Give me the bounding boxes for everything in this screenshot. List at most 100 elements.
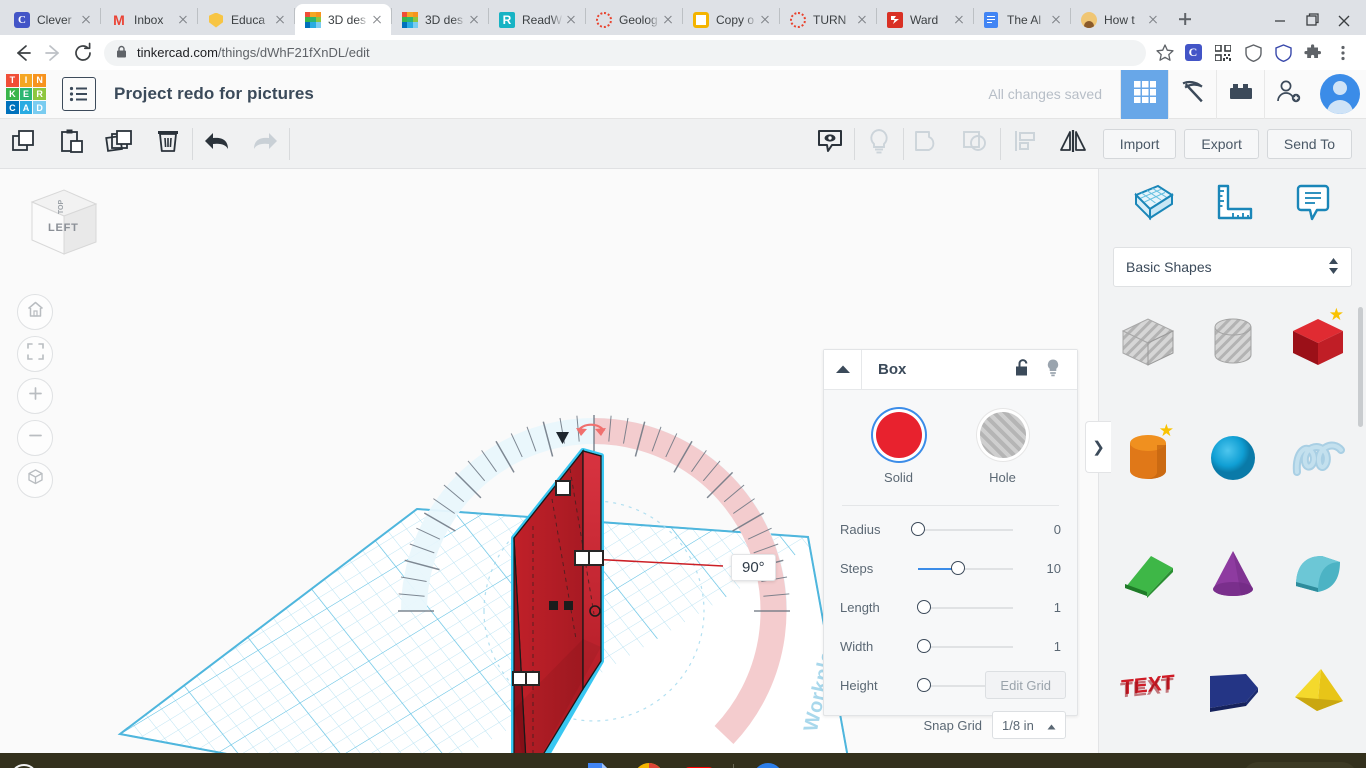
- ruler-tool[interactable]: [1211, 181, 1257, 230]
- slider-knob[interactable]: [916, 599, 931, 614]
- files-shelf-icon[interactable]: [748, 758, 788, 768]
- reload-button[interactable]: [68, 38, 98, 68]
- bookmark-star-icon[interactable]: [1152, 40, 1178, 66]
- launcher-button[interactable]: [10, 764, 38, 768]
- browser-tab[interactable]: Ward: [877, 4, 973, 35]
- close-tab-button[interactable]: [272, 12, 288, 28]
- delete-button[interactable]: [144, 119, 192, 169]
- mirror-button[interactable]: [1049, 119, 1097, 169]
- close-tab-button[interactable]: [369, 12, 385, 28]
- edit-grid-button[interactable]: Edit Grid: [985, 671, 1066, 699]
- workplane-tool[interactable]: [1130, 181, 1178, 230]
- invite-people-button[interactable]: [1264, 69, 1312, 119]
- snap-grid-select[interactable]: 1/8 in: [992, 711, 1066, 739]
- shape-thumb-pyramid[interactable]: [1275, 659, 1360, 721]
- slider-knob[interactable]: [916, 638, 931, 653]
- close-tab-button[interactable]: [78, 12, 94, 28]
- browser-tab[interactable]: Educa: [198, 4, 294, 35]
- note-tool[interactable]: [1291, 181, 1335, 230]
- close-tab-button[interactable]: [175, 12, 191, 28]
- close-tab-button[interactable]: [1048, 12, 1064, 28]
- view-cube[interactable]: LEFT TOP: [18, 182, 102, 266]
- system-status-area[interactable]: 2 2:25: [1241, 761, 1358, 768]
- address-bar[interactable]: tinkercad.com/things/dWhF21fXnDL/edit: [104, 39, 1146, 66]
- light-button[interactable]: [855, 119, 903, 169]
- shield-icon[interactable]: [1240, 40, 1266, 66]
- browser-tab[interactable]: How t: [1071, 4, 1167, 35]
- close-tab-button[interactable]: [1145, 12, 1161, 28]
- undo-button[interactable]: [193, 119, 241, 169]
- shield-icon[interactable]: [1270, 40, 1296, 66]
- shape-thumb-scribble[interactable]: [1275, 427, 1360, 489]
- close-tab-button[interactable]: [854, 12, 870, 28]
- close-tab-button[interactable]: [563, 12, 579, 28]
- blocks-mode-button[interactable]: [1216, 69, 1264, 119]
- clever-extension-icon[interactable]: C: [1180, 40, 1206, 66]
- collapse-panel-button[interactable]: [824, 350, 862, 389]
- perspective-toggle-button[interactable]: [17, 462, 53, 498]
- zoom-in-button[interactable]: [17, 378, 53, 414]
- shape-thumb-roof[interactable]: [1275, 543, 1360, 605]
- redo-button[interactable]: [241, 119, 289, 169]
- close-tab-button[interactable]: [757, 12, 773, 28]
- shape-thumb-cone[interactable]: [1190, 543, 1275, 605]
- shape-thumb-wedge[interactable]: [1105, 543, 1190, 605]
- close-tab-button[interactable]: [951, 12, 967, 28]
- shape-thumb-box[interactable]: ★: [1275, 305, 1360, 373]
- minecraft-mode-button[interactable]: [1168, 69, 1216, 119]
- zoom-out-button[interactable]: [17, 420, 53, 456]
- import-button[interactable]: Import: [1102, 128, 1177, 159]
- browser-menu-button[interactable]: [1330, 40, 1356, 66]
- lightbulb-icon[interactable]: [1045, 358, 1061, 382]
- shape-thumb-polygon[interactable]: [1190, 659, 1275, 721]
- project-list-button[interactable]: [62, 77, 96, 111]
- shape-thumb-text[interactable]: TEXT TEXT: [1105, 659, 1190, 721]
- shape-thumb-box-hole[interactable]: [1105, 311, 1190, 373]
- duplicate-button[interactable]: [96, 119, 144, 169]
- avatar[interactable]: [1320, 74, 1360, 114]
- puzzle-icon[interactable]: [1300, 40, 1326, 66]
- 3d-design-mode-button[interactable]: [1120, 69, 1168, 119]
- radius-slider[interactable]: [911, 520, 1013, 540]
- maximize-button[interactable]: [1296, 6, 1328, 34]
- width-slider[interactable]: [916, 637, 1013, 657]
- slider-knob[interactable]: [911, 521, 925, 536]
- back-button[interactable]: [8, 38, 38, 68]
- browser-tab[interactable]: Geolog: [586, 4, 682, 35]
- align-button[interactable]: [1001, 119, 1049, 169]
- new-tab-button[interactable]: [1171, 5, 1199, 33]
- close-tab-button[interactable]: [660, 12, 676, 28]
- close-window-button[interactable]: [1328, 6, 1360, 34]
- export-button[interactable]: Export: [1184, 128, 1259, 159]
- ungroup-button[interactable]: [952, 119, 1000, 169]
- chrome-shelf-icon[interactable]: [629, 758, 669, 768]
- tinkercad-logo[interactable]: TIN KER CAD: [6, 74, 46, 114]
- home-view-button[interactable]: [17, 294, 53, 330]
- browser-tab[interactable]: R ReadW: [489, 4, 585, 35]
- unlock-icon[interactable]: [1015, 358, 1031, 382]
- shape-thumb-cylinder-hole[interactable]: [1190, 311, 1275, 373]
- close-tab-button[interactable]: [466, 12, 482, 28]
- google-docs-shelf-icon[interactable]: [579, 758, 619, 768]
- shape-thumb-cylinder[interactable]: ★: [1105, 421, 1190, 489]
- browser-tab[interactable]: M Inbox: [101, 4, 197, 35]
- browser-tab[interactable]: Copy o: [683, 4, 779, 35]
- youtube-shelf-icon[interactable]: [679, 758, 719, 768]
- browser-tab-active[interactable]: 3D des: [295, 4, 391, 35]
- browser-tab[interactable]: 3D des: [392, 4, 488, 35]
- browser-tab[interactable]: TURN: [780, 4, 876, 35]
- group-button[interactable]: [904, 119, 952, 169]
- shape-category-select[interactable]: Basic Shapes: [1113, 247, 1352, 287]
- notes-button[interactable]: [806, 119, 854, 169]
- hole-swatch[interactable]: Hole: [979, 412, 1026, 485]
- browser-tab[interactable]: The Al: [974, 4, 1070, 35]
- forward-button[interactable]: [38, 38, 68, 68]
- browser-tab[interactable]: C Clever: [4, 4, 100, 35]
- send-to-button[interactable]: Send To: [1266, 128, 1352, 159]
- slider-knob[interactable]: [950, 560, 965, 575]
- length-slider[interactable]: [916, 598, 1013, 618]
- paste-button[interactable]: [48, 119, 96, 169]
- fit-to-view-button[interactable]: [17, 336, 53, 372]
- steps-slider[interactable]: [918, 559, 1013, 579]
- qr-code-icon[interactable]: [1210, 40, 1236, 66]
